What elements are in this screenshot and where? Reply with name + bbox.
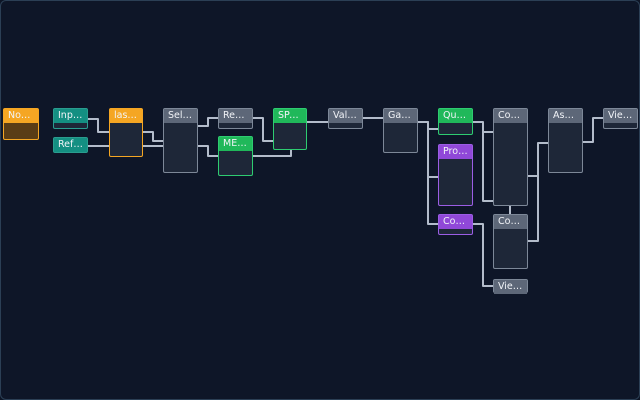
node-prokk[interactable]: Prokk...: [438, 144, 473, 206]
node-label: Prokk...: [439, 145, 472, 159]
node-valid[interactable]: Valid...: [328, 108, 363, 129]
node-label: Valid...: [329, 109, 362, 123]
wire: [198, 117, 218, 127]
wire: [482, 132, 493, 202]
wire: [427, 177, 438, 225]
node-assem[interactable]: Assem...: [548, 108, 583, 173]
node-view-b[interactable]: View...: [493, 279, 528, 294]
node-label: Input...: [54, 109, 87, 123]
node-lastp[interactable]: lastp...: [109, 108, 143, 157]
node-conti-b[interactable]: Conti...: [493, 214, 528, 269]
wire: [253, 150, 292, 157]
wire: [418, 121, 438, 178]
node-label: Conti...: [494, 109, 527, 123]
wire: [88, 118, 109, 133]
node-notes[interactable]: Notes: [3, 108, 39, 140]
node-spade[interactable]: SPAde...: [273, 108, 307, 150]
wire: [528, 143, 539, 242]
node-label: View...: [604, 109, 637, 123]
node-label: Assem...: [549, 109, 582, 123]
wire: [253, 117, 273, 142]
node-label: Gate ...: [384, 109, 417, 123]
wire: [143, 131, 163, 142]
node-view-end[interactable]: View...: [603, 108, 638, 129]
node-label: Conti...: [439, 215, 472, 229]
node-input[interactable]: Input...: [53, 108, 88, 129]
node-refer[interactable]: Refer...: [53, 137, 88, 153]
node-gate[interactable]: Gate ...: [383, 108, 418, 153]
wire: [473, 223, 493, 287]
node-label: SPAde...: [274, 109, 306, 123]
node-retry[interactable]: Retry...: [218, 108, 253, 129]
node-conti-small[interactable]: Conti...: [438, 214, 473, 235]
node-conti-a[interactable]: Conti...: [493, 108, 528, 206]
node-selec[interactable]: Selec...: [163, 108, 198, 173]
node-label: MEGAH...: [219, 137, 252, 151]
node-label: View...: [494, 280, 527, 294]
node-quast[interactable]: Quast...: [438, 108, 473, 135]
wire: [473, 121, 493, 133]
node-label: Retry...: [219, 109, 252, 123]
node-label: Selec...: [164, 109, 197, 123]
workflow-canvas[interactable]: Notes Input... Refer... lastp... Selec..…: [0, 0, 640, 400]
node-label: Refer...: [54, 138, 87, 152]
node-label: Notes: [4, 109, 38, 123]
connection-wires: [88, 117, 603, 287]
node-label: Quast...: [439, 109, 472, 123]
node-label: Conti...: [494, 215, 527, 229]
node-megah[interactable]: MEGAH...: [218, 136, 253, 176]
node-label: lastp...: [110, 109, 142, 123]
wire: [198, 145, 218, 157]
wire: [583, 117, 603, 143]
